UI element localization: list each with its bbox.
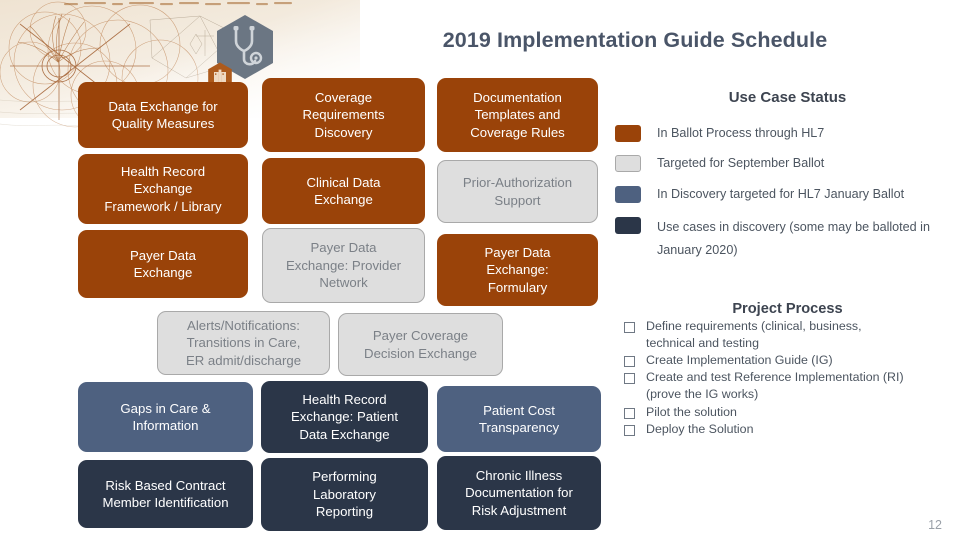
project-process-item: Create and test Reference Implementation… xyxy=(624,369,954,403)
project-process-item: Deploy the Solution xyxy=(624,421,954,438)
legend-label-use-cases-in-discovery: Use cases in discovery (some may be ball… xyxy=(657,220,930,258)
use-case-box-prior-authorization-support[interactable]: Prior-Authorization Support xyxy=(437,160,598,223)
project-process-item: Create Implementation Guide (IG) xyxy=(624,352,954,369)
use-case-box-payer-data-exchange-provider-network[interactable]: Payer Data Exchange: Provider Network xyxy=(262,228,425,303)
project-process-title: Project Process xyxy=(732,301,843,317)
legend-swatch-navy xyxy=(615,217,641,234)
legend-swatch-orange xyxy=(615,125,641,142)
use-case-box-gaps-in-care-information[interactable]: Gaps in Care & Information xyxy=(78,382,253,452)
legend-item-targeted-september-ballot: Targeted for September Ballot xyxy=(615,154,957,173)
checkbox-bullet-icon xyxy=(624,322,635,333)
legend-item-in-ballot-process: In Ballot Process through HL7 xyxy=(615,124,957,143)
use-case-box-payer-data-exchange[interactable]: Payer Data Exchange xyxy=(78,230,248,298)
use-case-box-data-exchange-quality-measures[interactable]: Data Exchange for Quality Measures xyxy=(78,82,248,148)
page-number: 12 xyxy=(928,518,942,532)
legend-swatch-slate xyxy=(615,186,641,203)
legend-item-in-discovery-january-ballot: In Discovery targeted for HL7 January Ba… xyxy=(615,185,957,204)
use-case-box-performing-laboratory-reporting[interactable]: Performing Laboratory Reporting xyxy=(261,458,428,531)
use-case-box-patient-cost-transparency[interactable]: Patient Cost Transparency xyxy=(437,386,601,452)
legend-swatch-gray xyxy=(615,155,641,172)
project-process-item-label: Pilot the solution xyxy=(646,404,737,419)
project-process-item: Pilot the solution xyxy=(624,404,954,421)
use-case-box-alerts-notifications[interactable]: Alerts/Notifications: Transitions in Car… xyxy=(157,311,330,375)
project-process-item-label: Deploy the Solution xyxy=(646,421,754,436)
use-case-box-coverage-requirements-discovery[interactable]: Coverage Requirements Discovery xyxy=(262,78,425,152)
use-case-box-documentation-templates-coverage[interactable]: Documentation Templates and Coverage Rul… xyxy=(437,78,598,152)
use-case-box-payer-data-exchange-formulary[interactable]: Payer Data Exchange: Formulary xyxy=(437,234,598,306)
use-case-box-health-record-exchange-patient[interactable]: Health Record Exchange: Patient Data Exc… xyxy=(261,381,428,453)
use-case-box-health-record-exchange-framework[interactable]: Health Record Exchange Framework / Libra… xyxy=(78,154,248,224)
page-title: 2019 Implementation Guide Schedule xyxy=(442,28,828,52)
use-case-box-risk-based-contract-member-id[interactable]: Risk Based Contract Member Identificatio… xyxy=(78,460,253,528)
checkbox-bullet-icon xyxy=(624,373,635,385)
legend-item-use-cases-in-discovery: Use cases in discovery (some may be ball… xyxy=(615,216,957,263)
use-case-box-clinical-data-exchange[interactable]: Clinical Data Exchange xyxy=(262,158,425,224)
legend-title: Use Case Status xyxy=(728,89,847,106)
legend-label-in-discovery-january-ballot: In Discovery targeted for HL7 January Ba… xyxy=(657,187,905,201)
checkbox-bullet-icon xyxy=(624,356,635,368)
project-process-item-label: Create Implementation Guide (IG) xyxy=(646,353,833,368)
project-process-item-label: Define requirements (clinical, business,… xyxy=(646,319,862,351)
legend-label-targeted-september-ballot: Targeted for September Ballot xyxy=(657,156,825,170)
use-case-box-payer-coverage-decision-exchange[interactable]: Payer Coverage Decision Exchange xyxy=(338,313,503,376)
project-process-list: Define requirements (clinical, business,… xyxy=(624,318,954,438)
checkbox-bullet-icon xyxy=(624,407,635,419)
checkbox-bullet-icon xyxy=(624,424,635,436)
legend-label-in-ballot-process: In Ballot Process through HL7 xyxy=(657,126,825,140)
use-case-box-chronic-illness-documentation[interactable]: Chronic Illness Documentation for Risk A… xyxy=(437,456,601,530)
project-process-item: Define requirements (clinical, business,… xyxy=(624,318,954,352)
project-process-item-label: Create and test Reference Implementation… xyxy=(646,370,904,402)
